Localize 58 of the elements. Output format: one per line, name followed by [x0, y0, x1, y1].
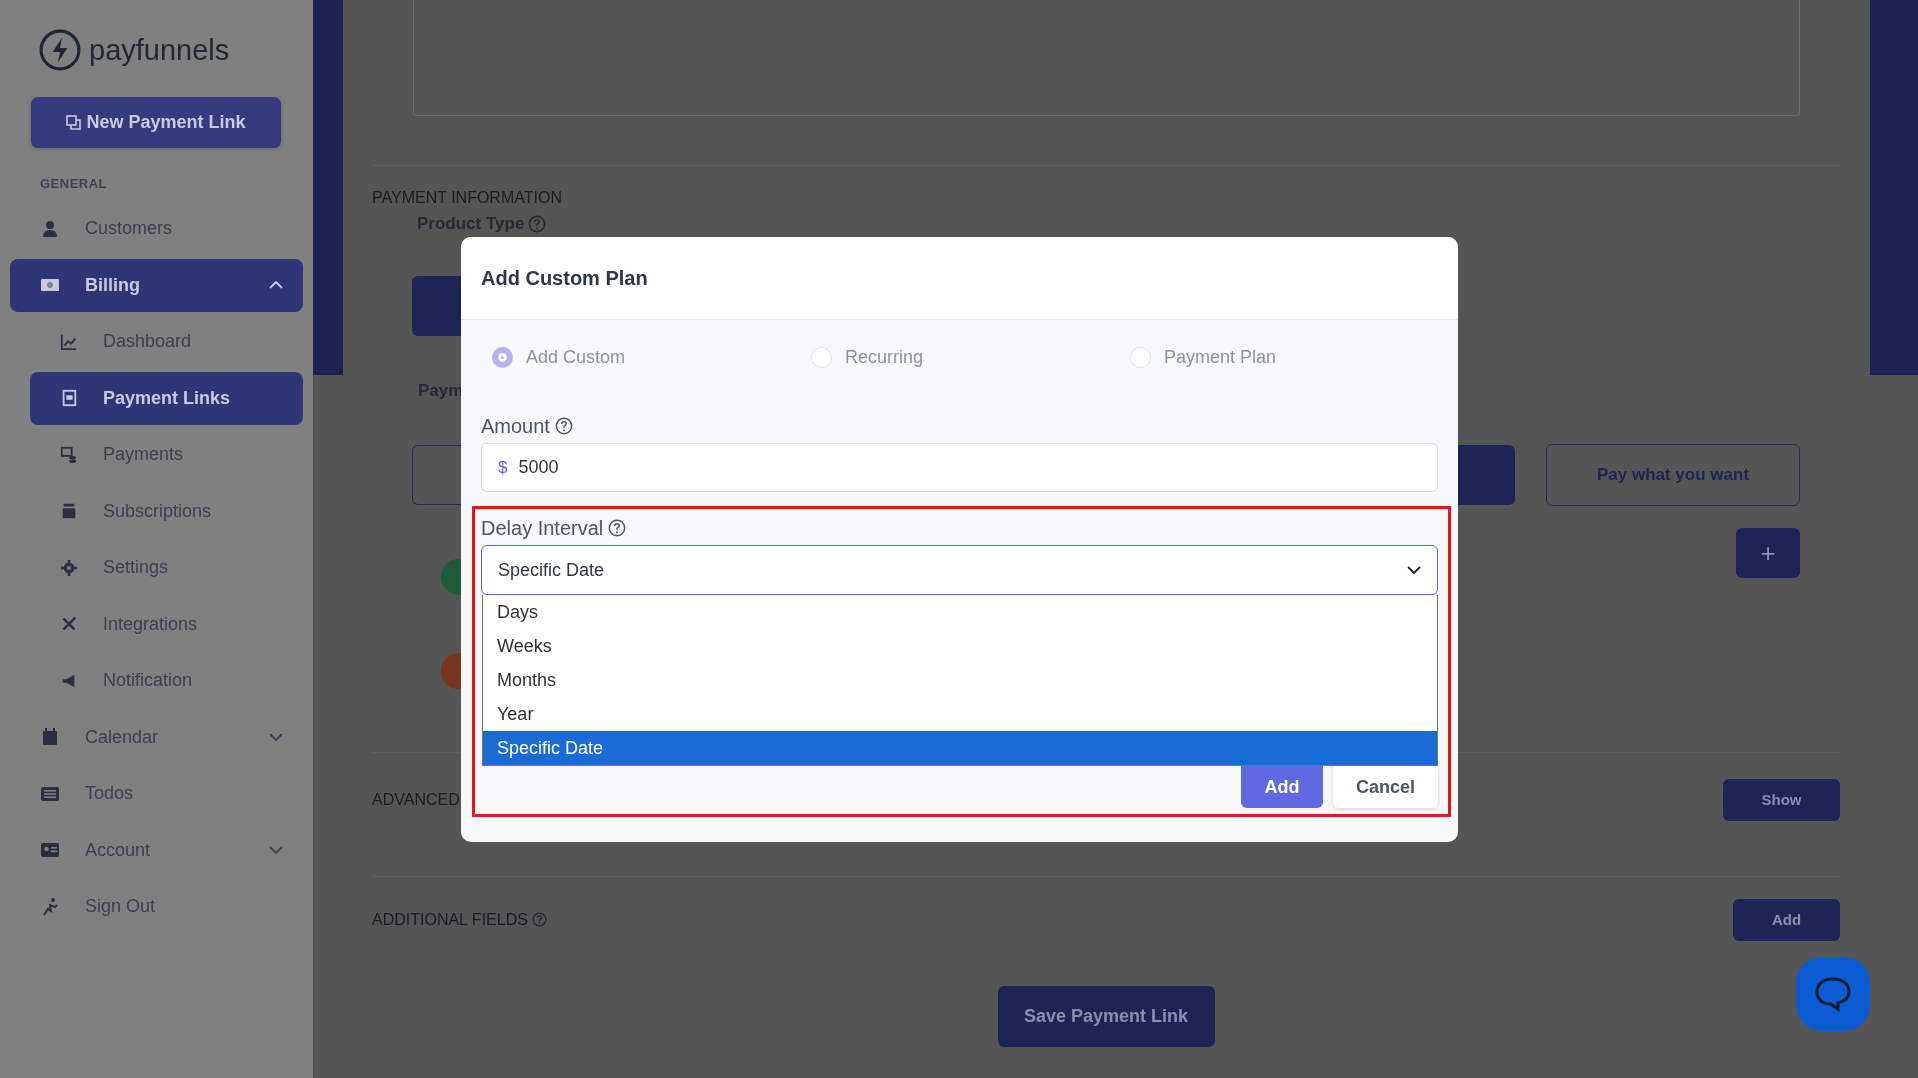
nav-subitem[interactable]: Subscriptions: [30, 484, 303, 538]
section-heading: GENERAL: [40, 176, 109, 193]
help-icon: [608, 519, 627, 537]
calendar-icon: [40, 727, 60, 747]
nav-item[interactable]: Customers: [10, 202, 303, 255]
save-payment-link-button[interactable]: Save Payment Link: [997, 986, 1215, 1047]
dropdown-option[interactable]: Specific Date: [483, 731, 1437, 765]
add-button[interactable]: Add: [1241, 766, 1323, 808]
chevron-icon: [1407, 566, 1421, 574]
nav-subitem[interactable]: Settings: [30, 541, 303, 594]
section-title: PAYMENT INFORMATION: [372, 189, 563, 207]
plan-type-radio[interactable]: Payment Plan: [1119, 342, 1438, 372]
receipt-icon: [60, 389, 78, 407]
new-payment-link-button[interactable]: New Payment Link: [31, 97, 281, 148]
nav-subitem[interactable]: Notification: [30, 654, 303, 707]
section-title: ADVANCED: [372, 790, 460, 809]
nav-subitem[interactable]: Dashboard: [30, 315, 303, 368]
copy-icon: [66, 114, 83, 131]
field-label: Delay Interval: [481, 516, 604, 540]
help-icon: [531, 912, 547, 927]
dropdown-option[interactable]: Year: [483, 697, 1437, 731]
help-icon: [528, 215, 547, 233]
product-type-button[interactable]: [412, 276, 461, 336]
coins-icon: [60, 445, 78, 464]
field-label: Amount: [481, 414, 550, 438]
nav-item[interactable]: Calendar: [10, 710, 303, 764]
dropdown-option[interactable]: Weeks: [483, 629, 1437, 663]
id-card-icon: [40, 840, 60, 860]
nav-subitem[interactable]: Integrations: [30, 597, 303, 651]
nav-subitem[interactable]: Payment Links: [30, 371, 303, 425]
currency-symbol: $: [498, 457, 508, 478]
nav-item[interactable]: Billing: [10, 258, 303, 312]
delay-interval-select[interactable]: Specific Date: [481, 545, 1438, 595]
dropdown-option[interactable]: Months: [483, 663, 1437, 697]
step-marker-icon: [441, 559, 461, 595]
dropdown-option[interactable]: Days: [483, 595, 1437, 629]
logo-icon: [39, 29, 81, 71]
archive-box-icon: [60, 502, 78, 520]
add-field-button[interactable]: Add: [1733, 898, 1840, 941]
section-title: ADDITIONAL FIELDS: [372, 910, 528, 929]
add-plan-button[interactable]: +: [1736, 528, 1800, 578]
plan-type-radio[interactable]: Recurring: [800, 342, 1119, 372]
nav-item[interactable]: Sign Out: [10, 880, 303, 933]
step-marker-icon: [441, 653, 461, 689]
plan-type-radio[interactable]: Add Custom: [481, 342, 800, 372]
runner-icon: [40, 896, 60, 917]
nav-item[interactable]: Account: [10, 823, 303, 877]
option-button[interactable]: [1457, 445, 1515, 505]
chart-icon: [60, 332, 78, 351]
help-icon: [554, 417, 573, 435]
amount-field[interactable]: $ 5000: [481, 443, 1438, 492]
show-button[interactable]: Show: [1723, 778, 1840, 821]
person-icon: [40, 218, 60, 239]
logo-text: payfunnels: [89, 33, 230, 67]
cancel-button[interactable]: Cancel: [1333, 766, 1438, 808]
nav-subitem[interactable]: Payments: [30, 428, 303, 481]
nav-item[interactable]: Todos: [10, 767, 303, 820]
modal-title: Add Custom Plan: [481, 266, 648, 290]
